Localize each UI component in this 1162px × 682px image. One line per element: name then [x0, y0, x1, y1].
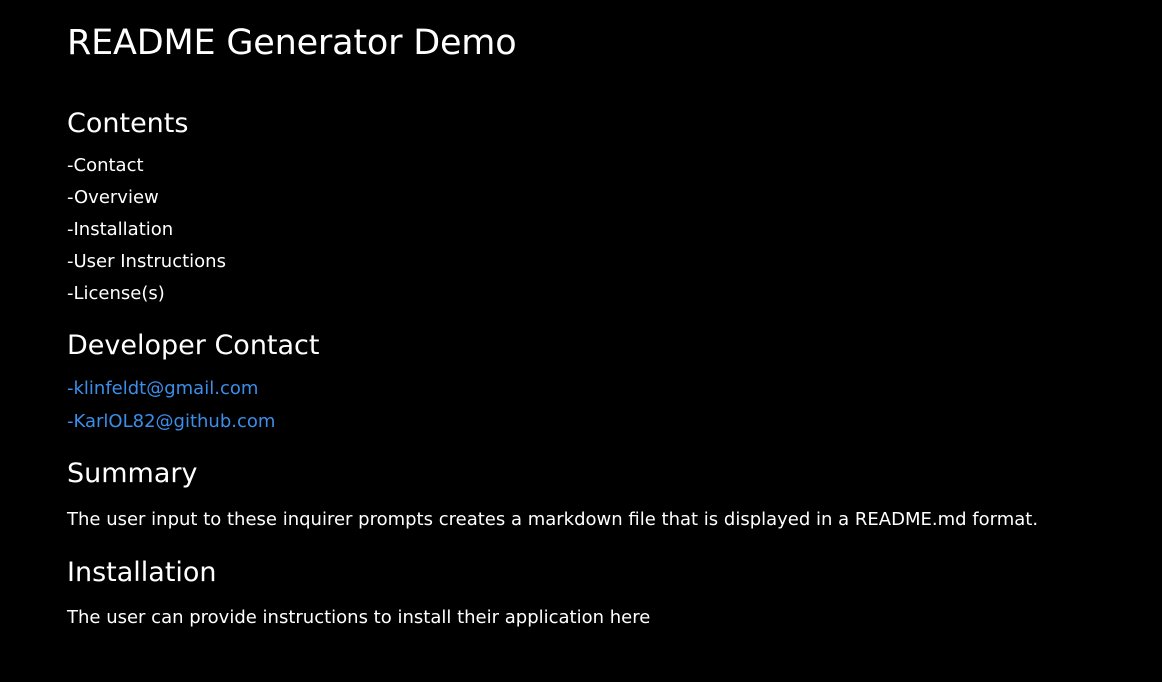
summary-heading: Summary — [67, 458, 198, 489]
contents-item-contact: -Contact — [67, 155, 144, 176]
contents-list: -Contact -Overview -Installation -User I… — [67, 150, 1162, 310]
email-link[interactable]: -klinfeldt@gmail.com — [67, 372, 1162, 405]
contents-item-licenses: -License(s) — [67, 283, 165, 304]
readme-preview: README Generator Demo Contents -Contact … — [0, 0, 1162, 682]
github-link[interactable]: -KarlOL82@github.com — [67, 405, 1162, 438]
installation-text: The user can provide instructions to ins… — [67, 607, 651, 628]
contact-links: -klinfeldt@gmail.com -KarlOL82@github.co… — [67, 372, 1162, 438]
installation-heading: Installation — [67, 557, 217, 588]
contents-heading: Contents — [67, 108, 189, 139]
developer-contact-heading: Developer Contact — [67, 330, 320, 361]
contents-item-installation: -Installation — [67, 219, 174, 240]
contents-item-user-instructions: -User Instructions — [67, 251, 226, 272]
summary-text: The user input to these inquirer prompts… — [67, 509, 1039, 530]
contents-item-overview: -Overview — [67, 187, 159, 208]
page-title: README Generator Demo — [67, 23, 517, 63]
